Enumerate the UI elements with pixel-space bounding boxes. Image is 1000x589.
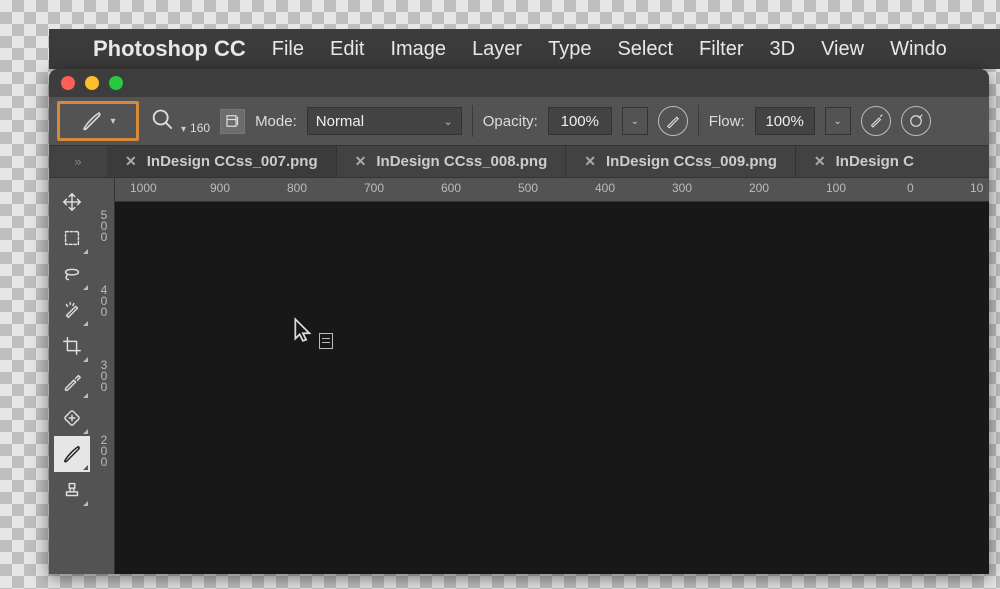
brush-panel-toggle[interactable] bbox=[220, 109, 245, 134]
expand-tabs-button[interactable]: » bbox=[49, 146, 107, 177]
pressure-opacity-toggle[interactable] bbox=[658, 106, 688, 136]
cursor-icon bbox=[293, 317, 333, 343]
flow-dropdown-button[interactable]: ⌄ bbox=[825, 107, 851, 135]
chevron-down-icon: ⌄ bbox=[631, 116, 639, 127]
traffic-light-minimize[interactable] bbox=[85, 76, 99, 90]
tools-panel bbox=[49, 178, 94, 574]
brush-preset-picker[interactable]: ▾ 160 bbox=[149, 107, 210, 135]
opacity-input[interactable]: 100% bbox=[548, 107, 612, 135]
ruler-mark: 400 bbox=[97, 285, 111, 318]
vertical-ruler: 500 400 300 200 bbox=[94, 178, 115, 574]
blend-mode-dropdown[interactable]: Normal ⌄ bbox=[307, 107, 462, 135]
pen-pressure-icon bbox=[664, 112, 682, 130]
mode-label: Mode: bbox=[255, 113, 297, 130]
airbrush-icon bbox=[867, 112, 885, 130]
ruler-mark: 900 bbox=[210, 181, 230, 195]
ruler-mark: 500 bbox=[518, 181, 538, 195]
app-name[interactable]: Photoshop CC bbox=[93, 36, 246, 62]
ruler-mark: 300 bbox=[97, 360, 111, 393]
macos-menubar: Photoshop CC File Edit Image Layer Type … bbox=[49, 29, 1000, 69]
menu-type[interactable]: Type bbox=[548, 38, 591, 61]
traffic-light-close[interactable] bbox=[61, 76, 75, 90]
menu-3d[interactable]: 3D bbox=[770, 38, 796, 61]
ruler-mark: 500 bbox=[97, 210, 111, 243]
chevron-down-icon: ▾ bbox=[181, 124, 186, 135]
options-bar: ▾ ▾ 160 Mode: Normal ⌄ Opacity: 100% ⌄ F… bbox=[49, 97, 989, 146]
canvas-area[interactable] bbox=[115, 202, 989, 574]
ruler-mark: 10 bbox=[970, 181, 983, 195]
menu-filter[interactable]: Filter bbox=[699, 38, 743, 61]
menu-window[interactable]: Windo bbox=[890, 38, 947, 61]
menu-view[interactable]: View bbox=[821, 38, 864, 61]
marquee-tool[interactable] bbox=[54, 220, 90, 256]
healing-brush-tool[interactable] bbox=[54, 400, 90, 436]
close-tab-icon[interactable]: ✕ bbox=[355, 153, 367, 170]
ruler-mark: 100 bbox=[826, 181, 846, 195]
document-tab[interactable]: ✕ InDesign CCss_008.png bbox=[337, 146, 567, 177]
document-tab-strip: » ✕ InDesign CCss_007.png ✕ InDesign CCs… bbox=[49, 146, 989, 178]
traffic-light-zoom[interactable] bbox=[109, 76, 123, 90]
menu-select[interactable]: Select bbox=[617, 38, 673, 61]
tab-label: InDesign CCss_007.png bbox=[147, 153, 318, 170]
close-tab-icon[interactable]: ✕ bbox=[125, 153, 137, 170]
ruler-mark: 200 bbox=[749, 181, 769, 195]
flow-label: Flow: bbox=[709, 113, 745, 130]
target-icon bbox=[907, 112, 925, 130]
tab-label: InDesign CCss_008.png bbox=[376, 153, 547, 170]
airbrush-toggle[interactable] bbox=[861, 106, 891, 136]
lasso-tool[interactable] bbox=[54, 256, 90, 292]
document-tab[interactable]: ✕ InDesign C bbox=[796, 146, 932, 177]
menu-image[interactable]: Image bbox=[390, 38, 446, 61]
ruler-mark: 800 bbox=[287, 181, 307, 195]
active-tool-preset[interactable]: ▾ bbox=[57, 101, 139, 141]
flow-value: 100% bbox=[765, 113, 803, 130]
ruler-mark: 1000 bbox=[130, 181, 157, 195]
opacity-value: 100% bbox=[561, 113, 599, 130]
ruler-mark: 200 bbox=[97, 435, 111, 468]
chevron-down-icon: ⌄ bbox=[833, 116, 841, 127]
eyedropper-tool[interactable] bbox=[54, 364, 90, 400]
ruler-mark: 0 bbox=[907, 181, 914, 195]
close-tab-icon[interactable]: ✕ bbox=[814, 153, 826, 170]
ruler-mark: 700 bbox=[364, 181, 384, 195]
separator bbox=[472, 105, 473, 137]
brush-profile-icon bbox=[149, 107, 177, 135]
tab-label: InDesign CCss_009.png bbox=[606, 153, 777, 170]
flow-input[interactable]: 100% bbox=[755, 107, 815, 135]
document-tab[interactable]: ✕ InDesign CCss_007.png bbox=[107, 146, 337, 177]
ruler-mark: 300 bbox=[672, 181, 692, 195]
blend-mode-value: Normal bbox=[316, 113, 364, 130]
document-icon bbox=[319, 333, 333, 349]
menu-edit[interactable]: Edit bbox=[330, 38, 364, 61]
ruler-mark: 600 bbox=[441, 181, 461, 195]
close-tab-icon[interactable]: ✕ bbox=[584, 153, 596, 170]
brush-icon bbox=[80, 109, 104, 133]
pressure-size-toggle[interactable] bbox=[901, 106, 931, 136]
move-tool[interactable] bbox=[54, 184, 90, 220]
horizontal-ruler: 1000 900 800 700 600 500 400 300 200 100… bbox=[115, 178, 989, 202]
quick-select-tool[interactable] bbox=[54, 292, 90, 328]
menu-file[interactable]: File bbox=[272, 38, 304, 61]
opacity-label: Opacity: bbox=[483, 113, 538, 130]
crop-tool[interactable] bbox=[54, 328, 90, 364]
opacity-dropdown-button[interactable]: ⌄ bbox=[622, 107, 648, 135]
chevron-down-icon: ⌄ bbox=[444, 115, 453, 128]
separator bbox=[698, 105, 699, 137]
window-titlebar bbox=[49, 69, 989, 97]
ruler-mark: 400 bbox=[595, 181, 615, 195]
chevron-down-icon: ▾ bbox=[110, 116, 115, 127]
app-window: ▾ ▾ 160 Mode: Normal ⌄ Opacity: 100% ⌄ F… bbox=[49, 69, 989, 574]
stamp-tool[interactable] bbox=[54, 472, 90, 508]
tab-label: InDesign C bbox=[836, 153, 914, 170]
brush-tool[interactable] bbox=[54, 436, 90, 472]
work-area: 500 400 300 200 1000 900 800 700 600 500… bbox=[49, 178, 989, 574]
menu-layer[interactable]: Layer bbox=[472, 38, 522, 61]
brush-panel-icon bbox=[224, 112, 242, 130]
document-tab[interactable]: ✕ InDesign CCss_009.png bbox=[566, 146, 796, 177]
brush-size-value: 160 bbox=[190, 121, 210, 135]
